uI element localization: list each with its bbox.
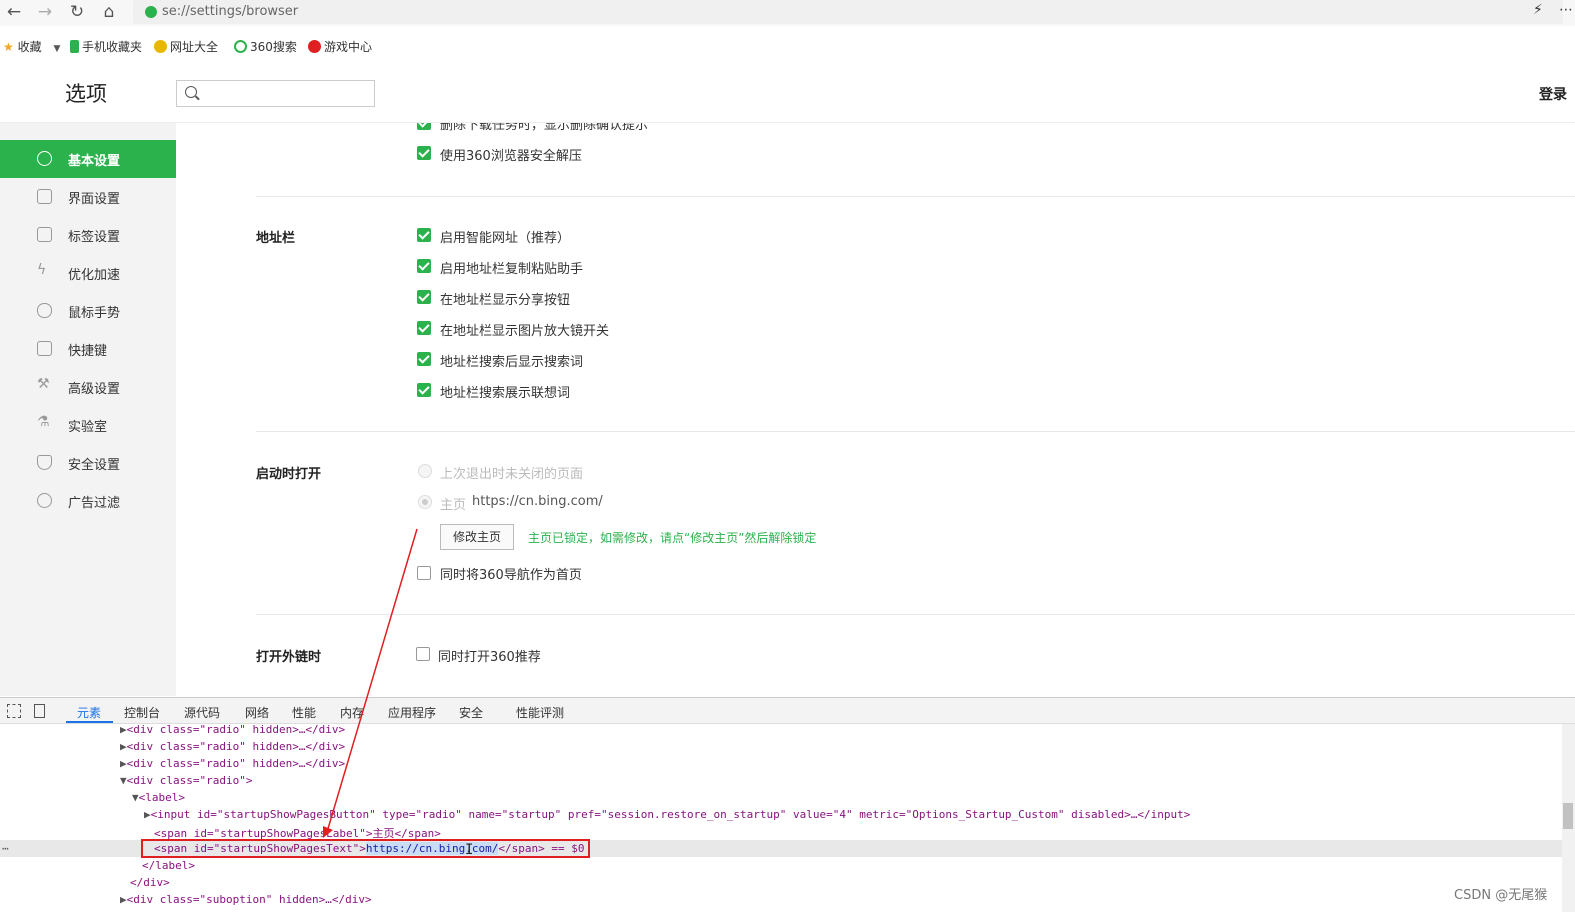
annotation-arrow — [323, 528, 418, 838]
watermark: CSDN @无尾猴 — [1454, 888, 1548, 903]
arrow-line — [326, 528, 418, 833]
